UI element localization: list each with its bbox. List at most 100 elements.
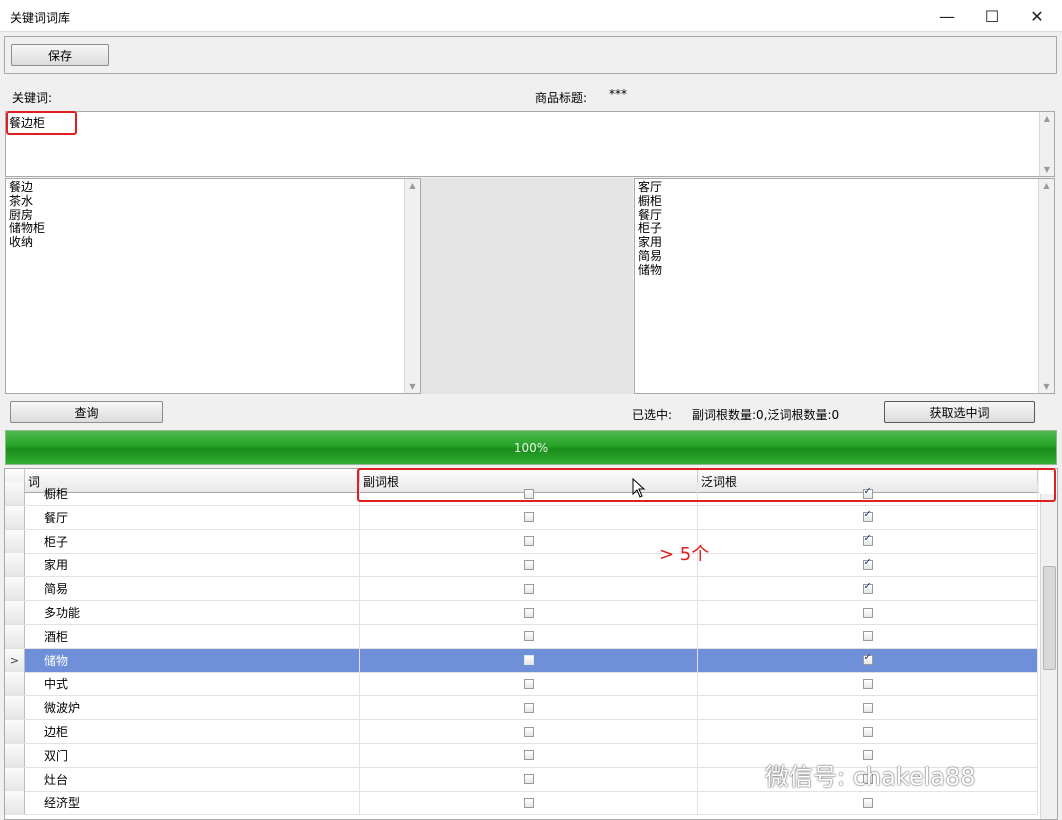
cell-word[interactable]: 橱柜	[25, 482, 360, 505]
sub-root-list[interactable]: 餐边 茶水 厨房 储物柜 收纳 ▲ ▼	[5, 178, 421, 394]
cell-word[interactable]: 经济型	[25, 791, 360, 815]
row-header[interactable]	[5, 529, 25, 553]
scroll-up-icon[interactable]: ▲	[1039, 181, 1054, 190]
query-button[interactable]: 查询	[10, 401, 163, 423]
generic-root-checkbox[interactable]	[862, 607, 873, 618]
table-row[interactable]: 家用	[5, 553, 1038, 578]
table-row[interactable]: > 储物	[5, 648, 1038, 673]
row-header[interactable]	[5, 553, 25, 577]
save-button[interactable]: 保存	[11, 44, 109, 66]
table-row[interactable]: 多功能	[5, 601, 1038, 625]
sub-root-checkbox[interactable]	[523, 702, 534, 713]
row-header[interactable]	[5, 743, 25, 767]
sub-root-checkbox[interactable]	[523, 678, 534, 689]
list-item[interactable]: 家用	[635, 235, 1054, 250]
maximize-button[interactable]: ☐	[969, 0, 1015, 32]
table-row[interactable]: 酒柜	[5, 624, 1038, 649]
table-row[interactable]: 简易	[5, 577, 1038, 602]
cell-word[interactable]: 边柜	[25, 720, 360, 743]
scroll-up-icon[interactable]: ▲	[405, 181, 420, 190]
minimize-button[interactable]: —	[924, 0, 970, 32]
table-row[interactable]: 餐厅	[5, 505, 1038, 530]
sub-root-checkbox[interactable]	[523, 655, 534, 666]
progress-bar: 100%	[5, 430, 1057, 465]
list-item[interactable]: 餐厅	[635, 208, 1054, 223]
list-item[interactable]: 餐边	[6, 180, 420, 195]
table-row[interactable]: 经济型	[5, 791, 1038, 816]
cell-word[interactable]: 酒柜	[25, 624, 360, 648]
generic-root-checkbox[interactable]	[862, 631, 873, 642]
cell-word[interactable]: 储物	[25, 648, 360, 672]
cell-generic-root-checkbox	[698, 696, 1038, 720]
table-row[interactable]: 微波炉	[5, 696, 1038, 721]
sub-root-checkbox[interactable]	[523, 750, 534, 761]
keyword-input[interactable]: 餐边柜 ▲ ▼	[5, 111, 1055, 177]
sub-root-checkbox[interactable]	[523, 607, 534, 618]
list-item[interactable]: 茶水	[6, 194, 420, 209]
row-header[interactable]	[5, 624, 25, 648]
grid-scrollbar[interactable]	[1040, 494, 1057, 819]
list-item[interactable]: 收纳	[6, 235, 420, 250]
list-item[interactable]: 简易	[635, 249, 1054, 264]
cell-word[interactable]: 微波炉	[25, 696, 360, 720]
generic-root-checkbox[interactable]	[862, 702, 873, 713]
cell-word[interactable]: 灶台	[25, 767, 360, 791]
table-row[interactable]: 柜子	[5, 529, 1038, 554]
sub-root-list-scrollbar[interactable]: ▲ ▼	[404, 179, 420, 393]
cell-word[interactable]: 双门	[25, 743, 360, 767]
generic-root-list[interactable]: 客厅 橱柜 餐厅 柜子 家用 简易 储物 ▲ ▼	[634, 178, 1055, 394]
close-button[interactable]: ✕	[1014, 0, 1060, 32]
selected-label: 已选中:	[632, 408, 673, 422]
list-item[interactable]: 客厅	[635, 180, 1054, 195]
generic-root-checkbox[interactable]	[862, 581, 873, 594]
cell-word[interactable]: 简易	[25, 577, 360, 601]
cell-generic-root-checkbox	[698, 672, 1038, 696]
cell-generic-root-checkbox	[698, 577, 1038, 601]
scroll-up-icon[interactable]: ▲	[1040, 114, 1054, 123]
row-header[interactable]	[5, 505, 25, 529]
sub-root-checkbox[interactable]	[523, 583, 534, 594]
row-header[interactable]	[5, 672, 25, 696]
cell-word[interactable]: 中式	[25, 672, 360, 696]
cell-word[interactable]: 柜子	[25, 529, 360, 553]
get-selected-button[interactable]: 获取选中词	[884, 401, 1035, 423]
cell-word[interactable]: 餐厅	[25, 505, 360, 529]
cell-word[interactable]: 家用	[25, 553, 360, 577]
generic-root-checkbox[interactable]	[862, 726, 873, 737]
generic-root-checkbox[interactable]	[862, 557, 873, 570]
sub-root-checkbox[interactable]	[523, 559, 534, 570]
generic-root-checkbox[interactable]	[862, 652, 873, 666]
row-header[interactable]	[5, 601, 25, 624]
list-item[interactable]: 储物	[635, 263, 1054, 278]
sub-root-checkbox[interactable]	[523, 726, 534, 737]
row-header[interactable]: >	[5, 648, 25, 672]
cell-word[interactable]: 多功能	[25, 601, 360, 624]
scroll-down-icon[interactable]: ▼	[1039, 382, 1054, 391]
list-item[interactable]: 橱柜	[635, 194, 1054, 209]
list-item[interactable]: 储物柜	[6, 222, 420, 236]
sub-root-checkbox[interactable]	[523, 512, 534, 523]
generic-root-checkbox[interactable]	[862, 533, 873, 547]
row-header[interactable]	[5, 791, 25, 815]
generic-root-checkbox[interactable]	[862, 678, 873, 689]
generic-root-checkbox[interactable]	[862, 797, 873, 808]
row-header[interactable]	[5, 767, 25, 791]
row-header[interactable]	[5, 577, 25, 601]
sub-root-checkbox[interactable]	[523, 536, 534, 547]
row-header[interactable]	[5, 696, 25, 720]
table-row[interactable]: 边柜	[5, 720, 1038, 744]
sub-root-checkbox[interactable]	[523, 797, 534, 808]
grid-scroll-thumb[interactable]	[1043, 566, 1056, 670]
row-header[interactable]	[5, 720, 25, 743]
scroll-down-icon[interactable]: ▼	[405, 382, 420, 391]
table-row[interactable]: 中式	[5, 672, 1038, 697]
list-item[interactable]: 厨房	[6, 208, 420, 223]
row-header[interactable]	[5, 482, 25, 505]
sub-root-checkbox[interactable]	[523, 774, 534, 785]
generic-root-checkbox[interactable]	[862, 509, 873, 523]
sub-root-checkbox[interactable]	[523, 631, 534, 642]
keyword-input-scrollbar[interactable]: ▲ ▼	[1039, 112, 1054, 176]
scroll-down-icon[interactable]: ▼	[1040, 165, 1054, 174]
list-item[interactable]: 柜子	[635, 222, 1054, 236]
generic-root-list-scrollbar[interactable]: ▲ ▼	[1038, 179, 1054, 393]
